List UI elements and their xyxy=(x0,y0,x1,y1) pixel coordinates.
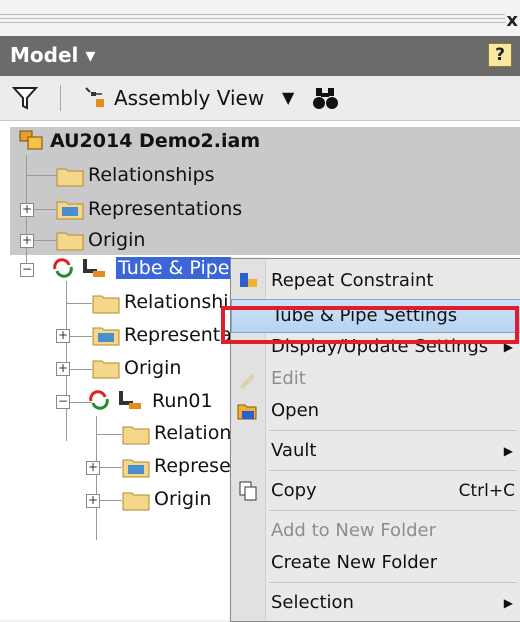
model-header: Model ▾ ? xyxy=(0,36,520,76)
menu-item-vault[interactable]: Vault ▶ xyxy=(231,435,520,467)
open-icon xyxy=(237,404,257,420)
menu-item-selection[interactable]: Selection ▶ xyxy=(231,587,520,619)
tree-item-relationships[interactable]: Relationships xyxy=(88,161,215,189)
tree-item-tp-origin[interactable]: Origin xyxy=(124,354,181,382)
submenu-arrow-icon: ▶ xyxy=(503,596,513,610)
expand-toggle[interactable]: + xyxy=(56,329,70,343)
root-assembly[interactable]: AU2014 Demo2.iam xyxy=(50,127,260,155)
menu-label: Selection xyxy=(271,592,354,613)
constraint-icon xyxy=(240,273,257,287)
tree-item-run-origin[interactable]: Origin xyxy=(154,485,211,513)
toolbar-separator xyxy=(60,85,61,111)
collapse-toggle[interactable]: − xyxy=(56,395,70,409)
expand-toggle[interactable]: + xyxy=(86,494,100,508)
tree-item-origin[interactable]: Origin xyxy=(88,226,145,254)
edit-icon xyxy=(240,374,255,389)
menu-separator xyxy=(269,470,517,471)
panel-title-strip: x xyxy=(0,0,520,36)
tree-item-tp-representations[interactable]: Representa xyxy=(124,321,232,349)
browser-toolbar: Assembly View ▼ xyxy=(0,76,520,121)
filter-icon[interactable] xyxy=(12,85,38,111)
divider xyxy=(0,14,505,15)
model-dropdown[interactable]: Model ▾ xyxy=(10,43,95,67)
menu-label: Open xyxy=(271,400,320,421)
expand-toggle[interactable]: + xyxy=(20,234,34,248)
representations-icon xyxy=(56,201,84,220)
annotation-highlight-box xyxy=(221,306,519,344)
divider xyxy=(0,18,505,19)
selected-label: Tube & Pipe xyxy=(116,257,232,279)
update-icon xyxy=(53,258,73,278)
close-icon[interactable]: x xyxy=(506,10,518,31)
divider xyxy=(0,22,505,23)
assembly-view-button[interactable]: Assembly View xyxy=(114,86,264,110)
tree-line xyxy=(96,434,122,435)
folder-icon xyxy=(56,168,84,187)
menu-separator xyxy=(269,582,517,583)
collapse-toggle[interactable]: − xyxy=(20,263,34,277)
binoculars-icon[interactable] xyxy=(312,85,340,111)
expand-toggle[interactable]: + xyxy=(20,203,34,217)
view-dropdown-arrow[interactable]: ▼ xyxy=(282,88,294,107)
menu-label: Copy xyxy=(271,480,317,501)
copy-icon xyxy=(239,481,257,501)
menu-item-edit[interactable]: Edit xyxy=(231,363,520,395)
menu-label: Edit xyxy=(271,368,306,389)
menu-label: Vault xyxy=(271,440,317,461)
assembly-icon xyxy=(19,130,43,150)
help-icon[interactable]: ? xyxy=(488,43,512,67)
folder-icon xyxy=(92,360,120,379)
menu-label: Add to New Folder xyxy=(271,520,436,541)
menu-item-copy[interactable]: Copy Ctrl+C xyxy=(231,475,520,507)
expand-toggle[interactable]: + xyxy=(56,362,70,376)
menu-item-add-to-new-folder[interactable]: Add to New Folder xyxy=(231,515,520,547)
menu-shortcut: Ctrl+C xyxy=(458,481,515,501)
tree-item-run01[interactable]: Run01 xyxy=(152,387,213,415)
folder-icon xyxy=(122,492,150,511)
folder-icon xyxy=(92,295,120,314)
tree-item-representations[interactable]: Representations xyxy=(88,195,242,223)
assembly-view-icon xyxy=(85,87,104,107)
menu-label: Create New Folder xyxy=(271,552,438,573)
menu-label: Repeat Constraint xyxy=(271,270,434,291)
representations-icon xyxy=(122,459,150,478)
tree-line xyxy=(26,175,56,176)
folder-icon xyxy=(122,426,150,445)
menu-item-repeat-constraint[interactable]: Repeat Constraint xyxy=(231,265,520,297)
run-icon xyxy=(119,391,141,409)
tree-item-tube-pipe[interactable]: Tube & Pipe xyxy=(116,254,232,282)
menu-item-open[interactable]: Open xyxy=(231,395,520,427)
tree-line xyxy=(66,303,92,304)
folder-icon xyxy=(56,232,84,251)
tube-pipe-icon xyxy=(83,259,105,277)
expand-toggle[interactable]: + xyxy=(86,461,100,475)
menu-separator xyxy=(269,430,517,431)
update-icon xyxy=(89,390,109,410)
tree-item-tp-relationships[interactable]: Relationshi xyxy=(124,288,229,316)
menu-item-create-new-folder[interactable]: Create New Folder xyxy=(231,547,520,579)
submenu-arrow-icon: ▶ xyxy=(503,444,513,458)
representations-icon xyxy=(92,327,120,346)
menu-separator xyxy=(269,510,517,511)
